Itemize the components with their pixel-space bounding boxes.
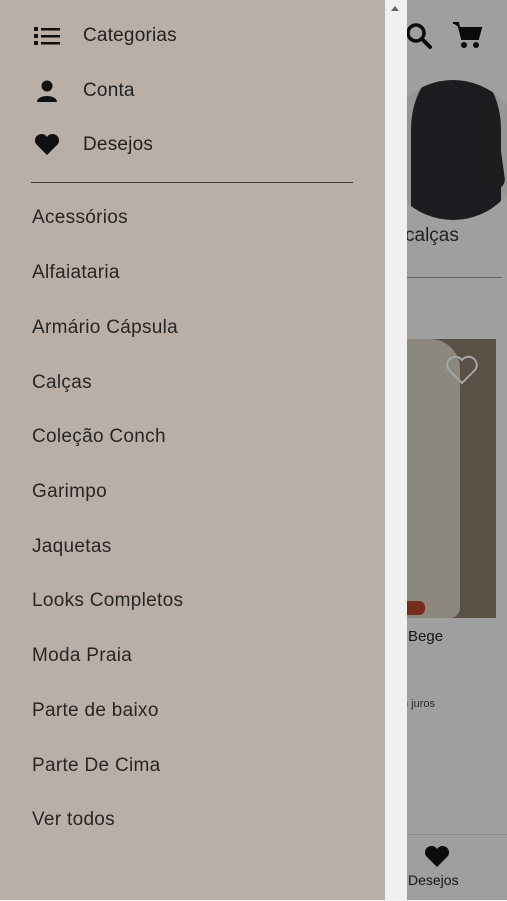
category-item[interactable]: Acessórios bbox=[32, 207, 128, 229]
drawer-item-label: Conta bbox=[83, 80, 135, 101]
heart-icon bbox=[34, 132, 60, 158]
category-item[interactable]: Alfaiataria bbox=[32, 262, 120, 284]
category-item[interactable]: Garimpo bbox=[32, 481, 107, 503]
user-icon bbox=[34, 78, 60, 104]
drawer-item-categorias[interactable]: Categorias bbox=[0, 16, 385, 56]
navigation-drawer: Categorias Conta Desejos Acessórios Alfa… bbox=[0, 0, 385, 900]
category-item[interactable]: Armário Cápsula bbox=[32, 317, 178, 339]
scroll-up-arrow-icon[interactable] bbox=[391, 6, 399, 11]
category-item[interactable]: Jaquetas bbox=[32, 536, 112, 558]
drawer-scrollbar[interactable] bbox=[385, 0, 407, 900]
drawer-item-conta[interactable]: Conta bbox=[0, 71, 385, 111]
category-item[interactable]: Calças bbox=[32, 372, 92, 394]
category-item[interactable]: Moda Praia bbox=[32, 645, 132, 667]
category-item-ver-todos[interactable]: Ver todos bbox=[32, 809, 115, 831]
drawer-item-desejos[interactable]: Desejos bbox=[0, 125, 385, 165]
drawer-divider bbox=[31, 182, 353, 183]
category-item[interactable]: Parte De Cima bbox=[32, 755, 161, 777]
category-item[interactable]: Parte de baixo bbox=[32, 700, 159, 722]
list-icon bbox=[34, 23, 60, 49]
category-item[interactable]: Coleção Conch bbox=[32, 426, 166, 448]
drawer-item-label: Categorias bbox=[83, 25, 177, 46]
drawer-item-label: Desejos bbox=[83, 134, 154, 155]
category-item[interactable]: Looks Completos bbox=[32, 590, 183, 612]
